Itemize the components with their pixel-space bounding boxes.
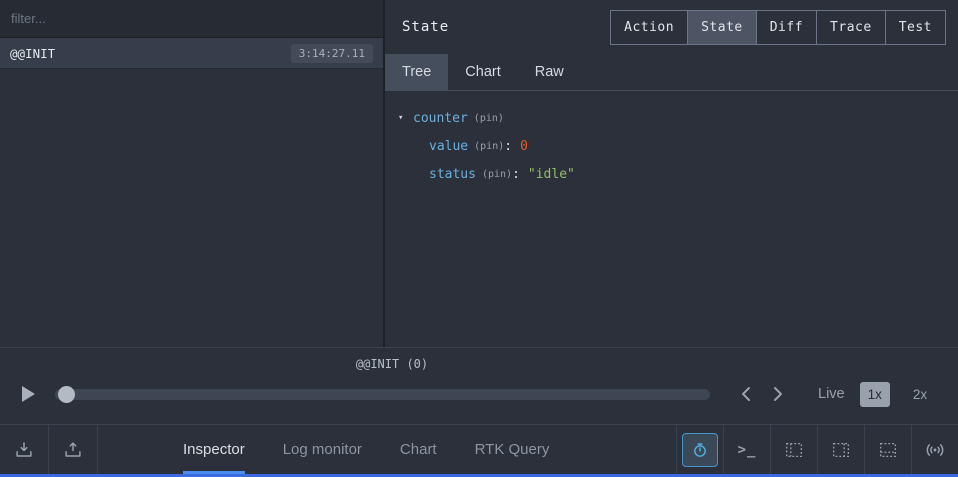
state-panel-header: State Action State Diff Trace Test bbox=[385, 0, 958, 54]
pin-label[interactable]: (pin) bbox=[482, 169, 512, 180]
chevron-left-icon bbox=[739, 386, 753, 402]
dock-left-button[interactable] bbox=[770, 425, 817, 474]
action-list-item[interactable]: @@INIT 3:14:27.11 bbox=[0, 38, 383, 69]
subtab-raw[interactable]: Raw bbox=[518, 54, 581, 90]
remote-button[interactable] bbox=[911, 425, 958, 474]
inspector-tab-group: Action State Diff Trace Test bbox=[610, 10, 946, 45]
step-back-button[interactable] bbox=[730, 380, 762, 408]
live-button[interactable]: Live bbox=[818, 386, 845, 402]
playback-bar: @@INIT (0) Live 1x 2x bbox=[0, 347, 958, 424]
subtab-tree[interactable]: Tree bbox=[385, 54, 448, 90]
action-name: @@INIT bbox=[10, 46, 55, 61]
monitor-tabs: Inspector Log monitor Chart RTK Query bbox=[183, 425, 587, 474]
action-timestamp: 3:14:27.11 bbox=[291, 44, 373, 63]
tab-action[interactable]: Action bbox=[610, 10, 688, 45]
tab-log-monitor[interactable]: Log monitor bbox=[283, 425, 362, 474]
current-action-label: @@INIT (0) bbox=[356, 357, 428, 371]
view-subtabs: Tree Chart Raw bbox=[385, 54, 958, 91]
tree-value-string: "idle" bbox=[528, 167, 575, 182]
dispatcher-button[interactable]: >_ bbox=[723, 425, 770, 474]
tab-inspector[interactable]: Inspector bbox=[183, 425, 245, 474]
tab-test[interactable]: Test bbox=[885, 10, 946, 45]
state-panel: State Action State Diff Trace Test Tree … bbox=[385, 0, 958, 347]
stopwatch-icon bbox=[690, 440, 710, 460]
play-button[interactable] bbox=[14, 380, 42, 408]
export-icon bbox=[13, 439, 35, 461]
active-pill bbox=[682, 433, 718, 467]
step-forward-button[interactable] bbox=[762, 380, 794, 408]
tab-trace[interactable]: Trace bbox=[816, 10, 886, 45]
colon-separator: : bbox=[512, 167, 520, 182]
tree-node-status[interactable]: status (pin) : "idle" bbox=[429, 160, 958, 188]
pin-label[interactable]: (pin) bbox=[474, 141, 504, 152]
panel-title: State bbox=[402, 19, 449, 35]
tree-key: status bbox=[429, 167, 476, 182]
speed-2x-button[interactable]: 2x bbox=[905, 382, 935, 407]
slider-track[interactable] bbox=[55, 389, 710, 400]
tree-value-number: 0 bbox=[520, 139, 528, 154]
expand-arrow-icon[interactable]: ▾ bbox=[398, 113, 413, 123]
play-icon bbox=[21, 385, 36, 403]
colon-separator: : bbox=[504, 139, 512, 154]
action-list: @@INIT 3:14:27.11 bbox=[0, 38, 383, 347]
tree-node-counter[interactable]: ▾ counter (pin) bbox=[398, 104, 958, 132]
tab-rtk-query[interactable]: RTK Query bbox=[475, 425, 550, 474]
dock-bottom-button[interactable] bbox=[864, 425, 911, 474]
tab-state[interactable]: State bbox=[687, 10, 757, 45]
import-button[interactable] bbox=[49, 425, 98, 474]
filter-input[interactable] bbox=[0, 0, 383, 37]
tree-key: value bbox=[429, 139, 468, 154]
import-icon bbox=[62, 439, 84, 461]
chevron-right-icon bbox=[771, 386, 785, 402]
dock-right-icon bbox=[830, 439, 852, 461]
dock-right-button[interactable] bbox=[817, 425, 864, 474]
dock-bottom-icon bbox=[877, 439, 899, 461]
speed-1x-button[interactable]: 1x bbox=[860, 382, 890, 407]
tab-diff[interactable]: Diff bbox=[756, 10, 817, 45]
terminal-icon: >_ bbox=[738, 442, 757, 458]
action-list-panel: @@INIT 3:14:27.11 bbox=[0, 0, 385, 347]
tree-node-value[interactable]: value (pin) : 0 bbox=[429, 132, 958, 160]
pin-label[interactable]: (pin) bbox=[474, 113, 504, 124]
redux-devtools-window: @@INIT 3:14:27.11 State Action State Dif… bbox=[0, 0, 958, 477]
step-buttons bbox=[730, 380, 794, 408]
toolbar-icon-group: >_ bbox=[676, 425, 958, 474]
dock-left-icon bbox=[783, 439, 805, 461]
slider-thumb[interactable] bbox=[58, 386, 75, 403]
tree-key: counter bbox=[413, 111, 468, 126]
bottom-toolbar: Inspector Log monitor Chart RTK Query >_ bbox=[0, 424, 958, 474]
recording-toggle-button[interactable] bbox=[676, 425, 723, 474]
remote-icon bbox=[924, 439, 946, 461]
export-button[interactable] bbox=[0, 425, 49, 474]
filter-row bbox=[0, 0, 383, 38]
tab-chart[interactable]: Chart bbox=[400, 425, 437, 474]
main-area: @@INIT 3:14:27.11 State Action State Dif… bbox=[0, 0, 958, 347]
subtab-chart[interactable]: Chart bbox=[448, 54, 517, 90]
timeline-slider[interactable] bbox=[55, 386, 710, 403]
state-tree: ▾ counter (pin) value (pin) : 0 status (… bbox=[385, 91, 958, 347]
